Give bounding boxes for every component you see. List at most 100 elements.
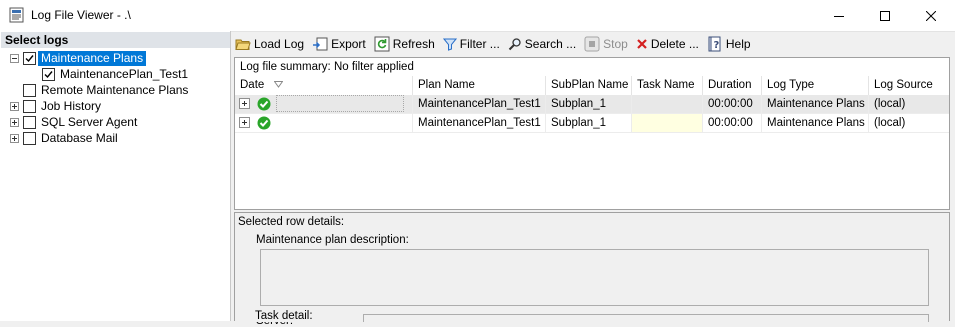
column-header-plan-name[interactable]: Plan Name <box>413 76 546 95</box>
title-bar: Log File Viewer - .\ <box>0 0 955 32</box>
export-icon <box>313 37 328 50</box>
task-name-cell <box>632 95 703 114</box>
log-type-cell: Maintenance Plans <box>762 95 869 114</box>
tree-item-remote-maintenance-plans[interactable]: Remote Maintenance Plans <box>23 82 191 98</box>
select-logs-pane: Select logs Maintenance Plans Maintenanc… <box>0 31 231 321</box>
subplan-name-cell: Subplan_1 <box>546 95 632 114</box>
export-label: Export <box>331 36 366 51</box>
tree-item-label: SQL Server Agent <box>41 114 138 129</box>
toolbar: Load Log Export Refresh Filter ... Searc… <box>232 31 955 56</box>
checkmark-icon <box>44 70 53 78</box>
maintenanceplan-test1-checkbox[interactable] <box>42 67 55 81</box>
log-viewer-main: Load Log Export Refresh Filter ... Searc… <box>232 31 955 327</box>
help-label: Help <box>725 36 751 51</box>
select-logs-header: Select logs <box>1 32 230 48</box>
column-header-task-name[interactable]: Task Name <box>632 76 703 95</box>
expand-icon[interactable] <box>10 133 19 143</box>
help-book-icon: ? <box>708 36 721 51</box>
task-name-cell <box>632 114 703 133</box>
filter-button[interactable]: Filter ... <box>440 33 503 55</box>
job-history-checkbox[interactable] <box>23 99 36 113</box>
delete-icon <box>637 38 647 49</box>
log-viewer-app-icon <box>9 7 24 23</box>
date-cell <box>235 95 413 114</box>
log-type-cell: Maintenance Plans <box>762 114 869 133</box>
database-mail-checkbox[interactable] <box>23 131 36 145</box>
load-log-label: Load Log <box>254 36 305 51</box>
filter-label: Filter ... <box>459 36 500 51</box>
tree-item-label: Job History <box>41 98 102 113</box>
details-title: Selected row details: <box>238 216 345 228</box>
column-header-date[interactable]: Date <box>235 76 413 95</box>
log-source-cell: (local) <box>869 114 949 133</box>
log-grid: Log file summary: No filter applied Date… <box>234 57 950 210</box>
expand-row-icon[interactable] <box>239 98 250 110</box>
plan-name-cell: MaintenancePlan_Test1 <box>413 95 546 114</box>
column-header-label: Date <box>240 79 265 91</box>
tree-item-label: Database Mail <box>41 130 118 145</box>
sql-server-agent-checkbox[interactable] <box>23 115 36 129</box>
duration-cell: 00:00:00 <box>703 114 762 133</box>
tree-item-label: Maintenance Plans <box>38 50 147 66</box>
filter-icon <box>442 38 457 51</box>
close-icon <box>926 10 936 21</box>
maintenance-plans-checkbox[interactable] <box>23 51 36 65</box>
folder-open-icon <box>235 39 251 50</box>
refresh-icon <box>374 36 390 51</box>
log-summary-text: Log file summary: No filter applied <box>240 61 414 73</box>
delete-label: Delete ... <box>650 36 699 51</box>
selected-row-details: Selected row details: Maintenance plan d… <box>234 212 950 327</box>
description-field[interactable] <box>260 249 929 306</box>
maximize-icon <box>880 10 890 21</box>
window-title: Log File Viewer - .\ <box>31 8 131 22</box>
success-check-icon <box>257 116 271 130</box>
tree-item-label: Remote Maintenance Plans <box>41 82 189 97</box>
load-log-button[interactable]: Load Log <box>232 33 307 55</box>
tree-item-job-history[interactable]: Job History <box>10 98 104 114</box>
column-header-subplan-name[interactable]: SubPlan Name <box>546 76 632 95</box>
expand-icon[interactable] <box>10 101 19 111</box>
subplan-name-cell: Subplan_1 <box>546 114 632 133</box>
tree-item-maintenanceplan-test1[interactable]: MaintenancePlan_Test1 <box>42 66 191 82</box>
expand-icon[interactable] <box>10 117 19 127</box>
maximize-button[interactable] <box>862 0 908 31</box>
minimize-button[interactable] <box>816 0 862 31</box>
column-header-log-type[interactable]: Log Type <box>762 76 869 95</box>
delete-button[interactable]: Delete ... <box>633 33 702 55</box>
plan-name-cell: MaintenancePlan_Test1 <box>413 114 546 133</box>
export-button[interactable]: Export <box>309 33 369 55</box>
duration-cell: 00:00:00 <box>703 95 762 114</box>
search-label: Search ... <box>524 36 577 51</box>
checkmark-icon <box>25 54 34 62</box>
minimize-icon <box>834 15 844 17</box>
stop-label: Stop <box>603 36 628 51</box>
success-check-icon <box>257 97 271 111</box>
collapse-icon[interactable] <box>10 53 19 63</box>
date-value <box>276 95 405 113</box>
tree-item-database-mail[interactable]: Database Mail <box>10 130 121 146</box>
svg-text:?: ? <box>713 40 719 51</box>
column-header-duration[interactable]: Duration <box>703 76 762 95</box>
date-cell <box>235 114 413 133</box>
stop-button[interactable]: Stop <box>581 33 631 55</box>
search-icon <box>508 37 521 50</box>
tree-item-maintenance-plans[interactable]: Maintenance Plans <box>10 50 147 66</box>
close-button[interactable] <box>908 0 954 31</box>
column-header-log-source[interactable]: Log Source <box>869 76 949 95</box>
refresh-label: Refresh <box>392 36 435 51</box>
log-source-cell: (local) <box>869 95 949 114</box>
description-label: Maintenance plan description: <box>256 234 409 246</box>
sort-arrow-icon <box>273 81 283 88</box>
task-detail-label: Task detail: <box>255 310 313 322</box>
table-row[interactable]: MaintenancePlan_Test1 Subplan_1 00:00:00… <box>235 95 949 114</box>
stop-icon <box>584 36 600 51</box>
grid-header-row: Date Plan Name SubPlan Name Task Name Du… <box>235 76 949 96</box>
tree-item-label: MaintenancePlan_Test1 <box>60 66 189 81</box>
table-row[interactable]: MaintenancePlan_Test1 Subplan_1 00:00:00… <box>235 114 949 133</box>
tree-item-sql-server-agent[interactable]: SQL Server Agent <box>10 114 140 130</box>
remote-maintenance-plans-checkbox[interactable] <box>23 83 36 97</box>
help-button[interactable]: ? Help <box>704 33 754 55</box>
search-button[interactable]: Search ... <box>505 33 579 55</box>
expand-row-icon[interactable] <box>239 117 250 129</box>
refresh-button[interactable]: Refresh <box>371 33 438 55</box>
